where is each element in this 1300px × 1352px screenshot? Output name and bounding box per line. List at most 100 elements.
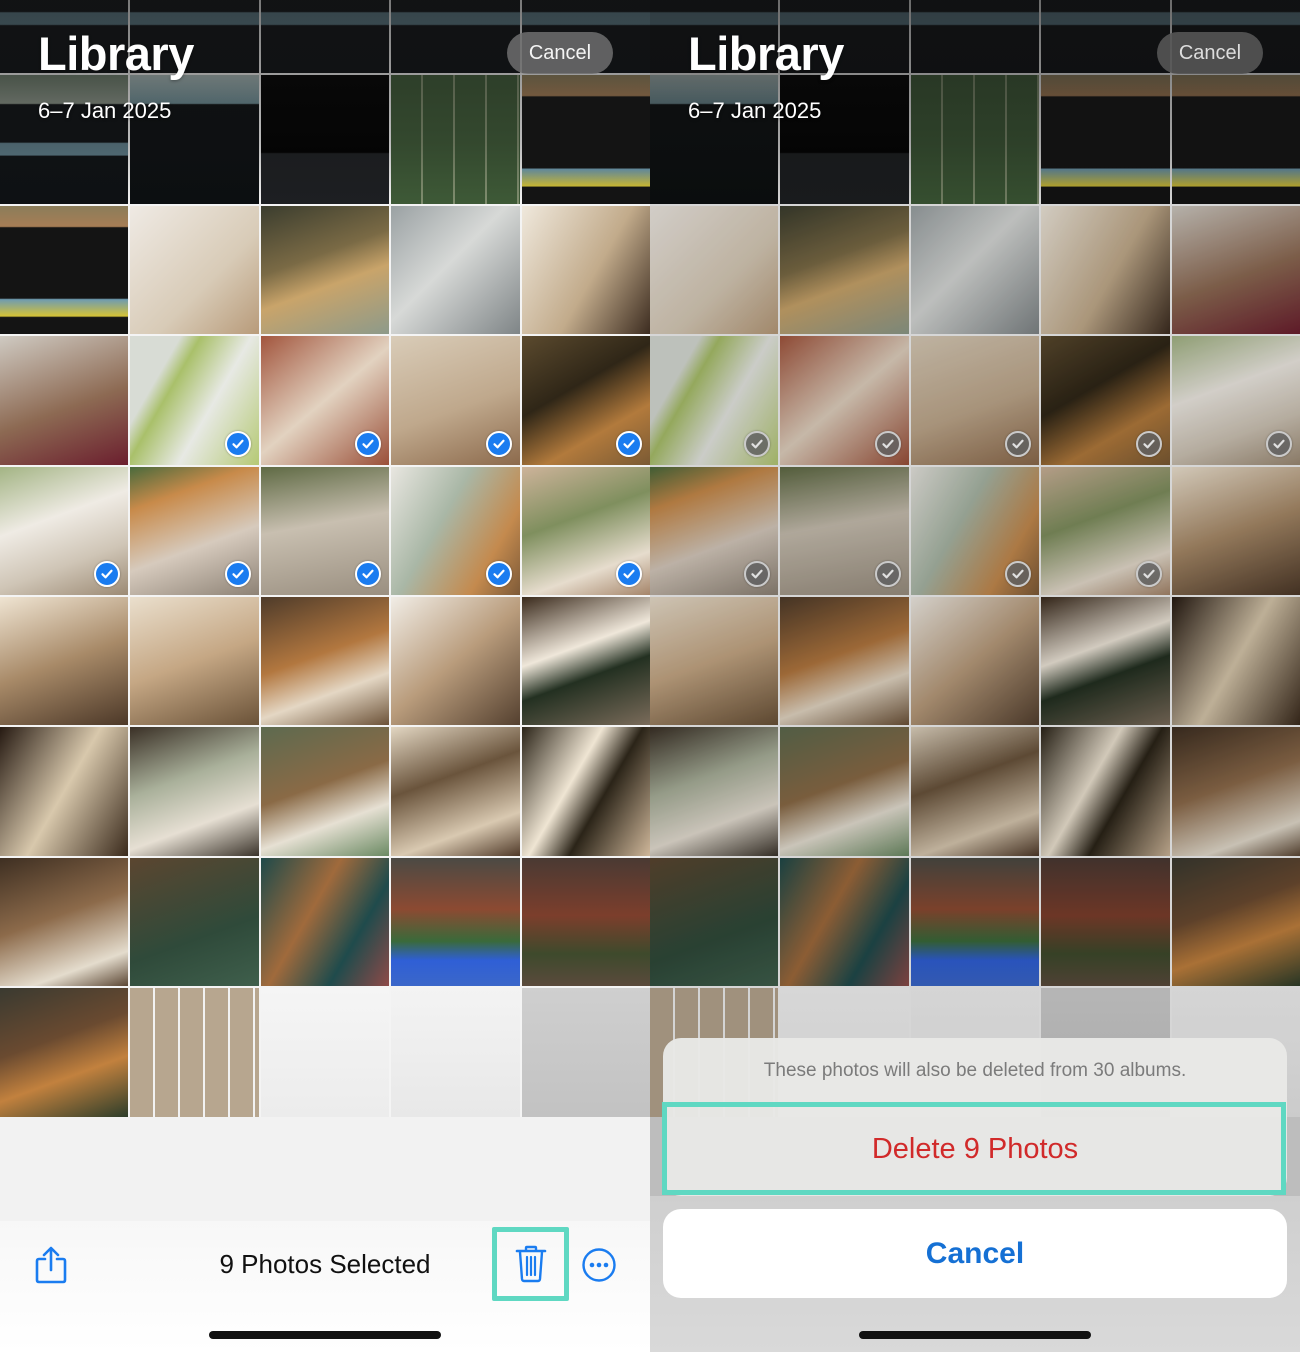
photo-thumbnail: [130, 988, 259, 1117]
photo-tile-lantern-sunroom[interactable]: [910, 466, 1040, 595]
photo-tile-moorish-hallway[interactable]: [521, 336, 650, 465]
photo-tile-white-courtyard-living[interactable]: [0, 466, 129, 595]
photo-tile-screenshot-video-editor[interactable]: [1041, 0, 1170, 74]
delete-action-sheet: These photos will also be deleted from 3…: [663, 1038, 1287, 1196]
photo-tile-kitchen-flowers[interactable]: [260, 205, 390, 335]
photo-tile-screenshot-photo-picker[interactable]: [391, 75, 520, 204]
photo-tile-nursery-interior[interactable]: [130, 205, 259, 335]
photo-tile-cottage-conservatory[interactable]: [0, 988, 129, 1117]
photo-tile-white-tubes-product[interactable]: [391, 205, 520, 335]
photo-tile-sunlit-bedroom[interactable]: [0, 596, 129, 726]
photo-thumbnail: [521, 75, 650, 204]
photo-tile-screenshot-new-album-dialog[interactable]: [521, 988, 650, 1117]
selected-checkmark-icon: [1135, 560, 1162, 587]
photo-tile-green-cosmetic-products[interactable]: [130, 336, 259, 465]
photo-thumbnail: [1171, 75, 1300, 204]
selected-checkmark-icon: [1005, 430, 1032, 457]
photo-tile-pergola-courtyard[interactable]: [260, 466, 390, 595]
photo-tile-canopy-bedroom-chandelier[interactable]: [391, 727, 520, 856]
photo-tile-nursery-interior[interactable]: [650, 205, 779, 335]
photo-tile-screenshot-share-sheet[interactable]: [260, 988, 390, 1117]
photo-tile-library-green-sofa[interactable]: [130, 857, 259, 987]
photo-tile-screenshot-video-editor[interactable]: [0, 75, 129, 204]
photo-tile-screenshot-imovie-timeline[interactable]: [0, 205, 129, 335]
photo-tile-orange-tree-courtyard[interactable]: [130, 466, 259, 595]
photo-tile-terracotta-arched-lounge[interactable]: [780, 336, 909, 465]
photo-tile-bookshelf-reading-nook[interactable]: [1171, 727, 1300, 856]
photo-tile-screenshot-albums[interactable]: [391, 988, 520, 1117]
photo-tile-orange-tree-courtyard[interactable]: [650, 466, 779, 595]
photo-tile-screenshot-highlight-editor[interactable]: [130, 75, 259, 204]
photo-tile-arched-bathroom[interactable]: [391, 336, 520, 465]
photo-tile-dark-archway-mirror[interactable]: [521, 596, 650, 726]
photo-tile-green-cosmetic-products[interactable]: [650, 336, 779, 465]
photo-tile-green-bedroom[interactable]: [780, 727, 909, 856]
photo-tile-white-tubes-product[interactable]: [910, 205, 1040, 335]
photo-tile-dark-doorway-study[interactable]: [1171, 596, 1300, 726]
photo-thumbnail: [0, 727, 129, 856]
photo-thumbnail: [391, 727, 520, 856]
photo-tile-brick-cottage-hydrangeas[interactable]: [391, 857, 520, 987]
photo-tile-arched-hallway-stairs[interactable]: [130, 596, 259, 726]
more-actions-button[interactable]: [581, 1247, 617, 1283]
photo-tile-pergola-courtyard[interactable]: [780, 466, 909, 595]
photo-tile-terracotta-arched-lounge[interactable]: [260, 336, 390, 465]
photo-tile-dark-archway-mirror[interactable]: [1041, 596, 1170, 726]
photo-thumbnail: [780, 205, 909, 335]
photo-thumbnail: [1171, 205, 1300, 335]
photo-tile-curtained-bed[interactable]: [1041, 727, 1170, 856]
photo-tile-moorish-hallway[interactable]: [1041, 336, 1170, 465]
photo-tile-bright-staircase-hall[interactable]: [391, 596, 520, 726]
photo-tile-green-bedroom[interactable]: [260, 727, 390, 856]
photo-tile-teal-archway-library[interactable]: [260, 857, 390, 987]
cancel-selection-button[interactable]: Cancel: [1157, 32, 1263, 74]
photo-tile-kitchen-flowers[interactable]: [780, 205, 909, 335]
photo-tile-dining-arched-door[interactable]: [521, 205, 650, 335]
photo-tile-living-room-garden-view[interactable]: [650, 727, 779, 856]
photo-tile-teal-archway-library[interactable]: [780, 857, 909, 987]
photo-tile-screenshot-video-editor[interactable]: [910, 0, 1040, 74]
photo-tile-staircase-vase[interactable]: [780, 596, 909, 726]
photo-tile-sunlit-bedroom[interactable]: [1171, 466, 1300, 595]
photo-thumbnail: [1041, 727, 1170, 856]
cancel-selection-button[interactable]: Cancel: [507, 32, 613, 74]
photo-tile-living-room-garden-view[interactable]: [130, 727, 259, 856]
photo-tile-screenshot-no-projects[interactable]: [260, 75, 390, 204]
photo-tile-white-courtyard-living[interactable]: [1171, 336, 1300, 465]
photo-tile-bookshelf-reading-nook[interactable]: [0, 857, 129, 987]
delete-button[interactable]: [492, 1227, 569, 1301]
photo-tile-screenshot-imovie-timeline[interactable]: [1041, 75, 1170, 204]
photo-tile-screenshot-photo-picker[interactable]: [910, 75, 1040, 204]
photo-tile-brick-tudor-house[interactable]: [521, 857, 650, 987]
photo-tile-brick-tudor-house[interactable]: [1041, 857, 1170, 987]
photo-thumbnail: [650, 75, 779, 204]
photo-tile-cottage-conservatory[interactable]: [1171, 857, 1300, 987]
photo-tile-dark-doorway-study[interactable]: [0, 727, 129, 856]
date-range-label: 6–7 Jan 2025: [38, 98, 172, 123]
photo-tile-screenshot-no-projects[interactable]: [780, 75, 909, 204]
photo-tile-bright-staircase-hall[interactable]: [910, 596, 1040, 726]
photo-tile-arched-bathroom[interactable]: [910, 336, 1040, 465]
photo-tile-screenshot-imovie-timeline[interactable]: [521, 75, 650, 204]
photo-tile-brick-cottage-hydrangeas[interactable]: [910, 857, 1040, 987]
photo-tile-screenshot-highlight-editor[interactable]: [650, 75, 779, 204]
photo-tile-screenshot-video-editor[interactable]: [391, 0, 520, 74]
photo-tile-arched-window-bedroom[interactable]: [1041, 466, 1170, 595]
action-sheet-cancel-button[interactable]: Cancel: [663, 1209, 1287, 1298]
photo-tile-arched-kitchen-blossoms[interactable]: [1171, 205, 1300, 335]
photo-tile-screenshot-video-editor[interactable]: [260, 0, 390, 74]
photo-tile-canopy-bedroom-chandelier[interactable]: [910, 727, 1040, 856]
photo-tile-curtained-bed[interactable]: [521, 727, 650, 856]
photo-thumbnail: [130, 727, 259, 856]
photo-tile-lantern-sunroom[interactable]: [391, 466, 520, 595]
photo-tile-library-green-sofa[interactable]: [650, 857, 779, 987]
photo-tile-screenshot-photo-grid[interactable]: [130, 988, 259, 1117]
photo-tile-arched-kitchen-blossoms[interactable]: [0, 336, 129, 465]
delete-photos-button[interactable]: Delete 9 Photos: [663, 1102, 1287, 1196]
photo-tile-staircase-vase[interactable]: [260, 596, 390, 726]
photo-tile-arched-hallway-stairs[interactable]: [650, 596, 779, 726]
photo-thumbnail: [1041, 75, 1170, 204]
photo-tile-screenshot-imovie-timeline[interactable]: [1171, 75, 1300, 204]
photo-tile-dining-arched-door[interactable]: [1041, 205, 1170, 335]
photo-tile-arched-window-bedroom[interactable]: [521, 466, 650, 595]
